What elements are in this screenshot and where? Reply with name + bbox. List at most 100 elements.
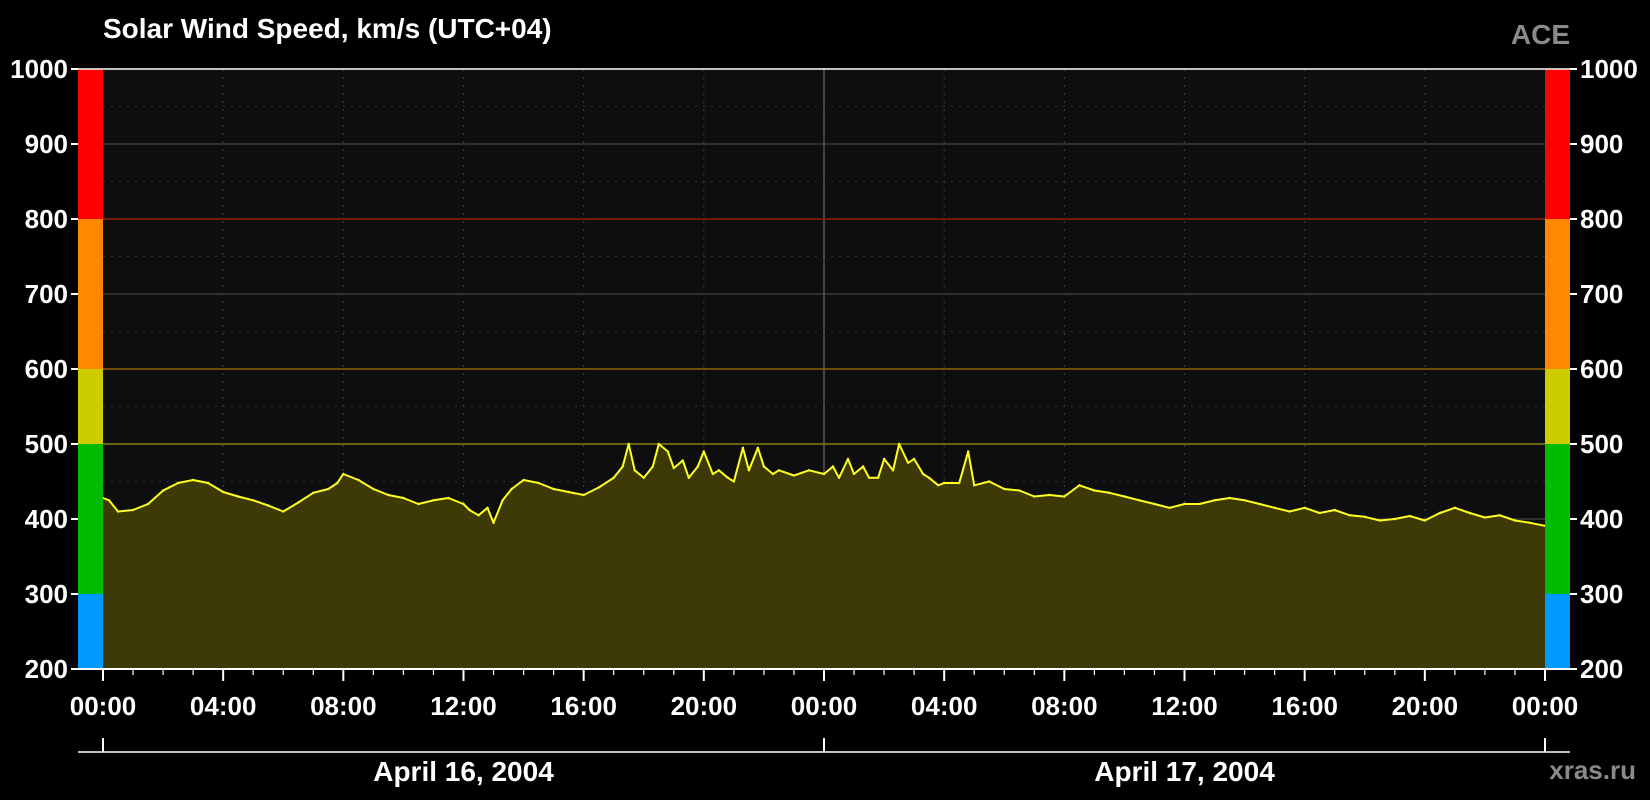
y-tick-label-right: 1000 [1580, 54, 1638, 84]
speed-point [342, 472, 345, 476]
speed-point [1168, 506, 1171, 509]
y-tick-label-right: 900 [1580, 129, 1623, 159]
y-tick-label-left: 200 [25, 654, 68, 684]
speed-point [807, 469, 811, 472]
speed-point [252, 499, 255, 502]
x-tick-label: 04:00 [190, 691, 257, 721]
speed-point [1243, 499, 1246, 502]
speed-point [891, 469, 895, 472]
speed-point [1048, 493, 1051, 497]
speed-point [567, 490, 570, 494]
zone-bar-right [1545, 594, 1570, 669]
speed-point [1393, 517, 1397, 521]
speed-point [1108, 491, 1111, 494]
speed-point [831, 465, 835, 468]
speed-point [861, 465, 865, 468]
y-tick-label-left: 900 [25, 129, 68, 159]
x-tick-label: 20:00 [1392, 691, 1459, 721]
speed-point [702, 450, 705, 453]
speed-point [882, 457, 886, 461]
x-tick-label: 20:00 [671, 691, 738, 721]
speed-point [897, 442, 901, 446]
speed-point [1183, 502, 1186, 506]
speed-point [732, 480, 736, 483]
zone-bar-left [78, 369, 103, 444]
speed-point [447, 496, 450, 500]
speed-point [1063, 495, 1066, 498]
speed-point [633, 469, 636, 472]
speed-point [417, 502, 420, 506]
speed-point [191, 478, 195, 482]
speed-point [222, 490, 225, 494]
speed-point [666, 450, 669, 453]
speed-point [582, 493, 585, 497]
speed-point [846, 457, 850, 461]
speed-point [612, 476, 615, 479]
speed-point [1018, 489, 1021, 492]
data-source-label: ACE [1511, 19, 1570, 50]
y-tick-label-left: 800 [25, 204, 68, 234]
speed-point [1438, 511, 1442, 515]
speed-point [477, 514, 480, 517]
speed-point [357, 478, 360, 482]
speed-point [741, 446, 745, 449]
x-tick-label: 08:00 [1031, 691, 1098, 721]
speed-point [657, 442, 660, 446]
speed-point [107, 499, 111, 502]
y-tick-label-left: 700 [25, 279, 68, 309]
speed-point [501, 499, 504, 502]
speed-point [837, 476, 841, 479]
speed-point [1333, 508, 1336, 512]
x-tick-label: 00:00 [1512, 691, 1579, 721]
speed-point [1408, 514, 1412, 518]
zone-bar-left [78, 594, 103, 669]
speed-point [402, 496, 405, 500]
speed-point [1303, 506, 1306, 509]
speed-point [1213, 499, 1216, 502]
speed-point [176, 481, 180, 485]
x-tick-label: 12:00 [1151, 691, 1218, 721]
speed-point [1138, 499, 1141, 502]
speed-point [988, 480, 991, 483]
speed-point [1198, 502, 1201, 506]
speed-point [1078, 484, 1081, 487]
speed-point [468, 508, 471, 512]
speed-point [927, 476, 931, 479]
speed-point [1288, 510, 1291, 513]
speed-point [912, 457, 916, 461]
speed-point [943, 481, 946, 485]
speed-point [756, 446, 760, 449]
date-label: April 17, 2004 [1094, 756, 1275, 787]
speed-point [672, 466, 675, 470]
speed-point [486, 506, 489, 509]
speed-point [1318, 511, 1321, 515]
speed-point [696, 465, 699, 468]
speed-point [711, 472, 714, 476]
speed-point [1258, 502, 1261, 506]
speed-point [681, 459, 684, 462]
speed-point [1123, 495, 1126, 498]
x-tick-label: 00:00 [791, 691, 858, 721]
speed-point [651, 465, 654, 468]
x-tick-label: 00:00 [70, 691, 137, 721]
speed-point [642, 476, 645, 479]
y-tick-label-right: 300 [1580, 579, 1623, 609]
y-tick-label-right: 700 [1580, 279, 1623, 309]
speed-point [867, 476, 871, 479]
zone-bar-right [1545, 444, 1570, 594]
speed-point [1423, 519, 1427, 522]
speed-point [1483, 516, 1487, 519]
speed-point [777, 469, 781, 472]
speed-point [1378, 519, 1382, 522]
chart-title: Solar Wind Speed, km/s (UTC+04) [103, 13, 552, 44]
speed-point [906, 461, 910, 464]
zone-bar-right [1545, 219, 1570, 369]
y-tick-label-left: 500 [25, 429, 68, 459]
x-tick-label: 12:00 [430, 691, 497, 721]
speed-point [937, 484, 940, 487]
zone-bar-left [78, 219, 103, 369]
speed-point [627, 442, 630, 446]
speed-point [958, 481, 961, 485]
speed-point [1513, 519, 1517, 522]
speed-point [1273, 506, 1276, 509]
